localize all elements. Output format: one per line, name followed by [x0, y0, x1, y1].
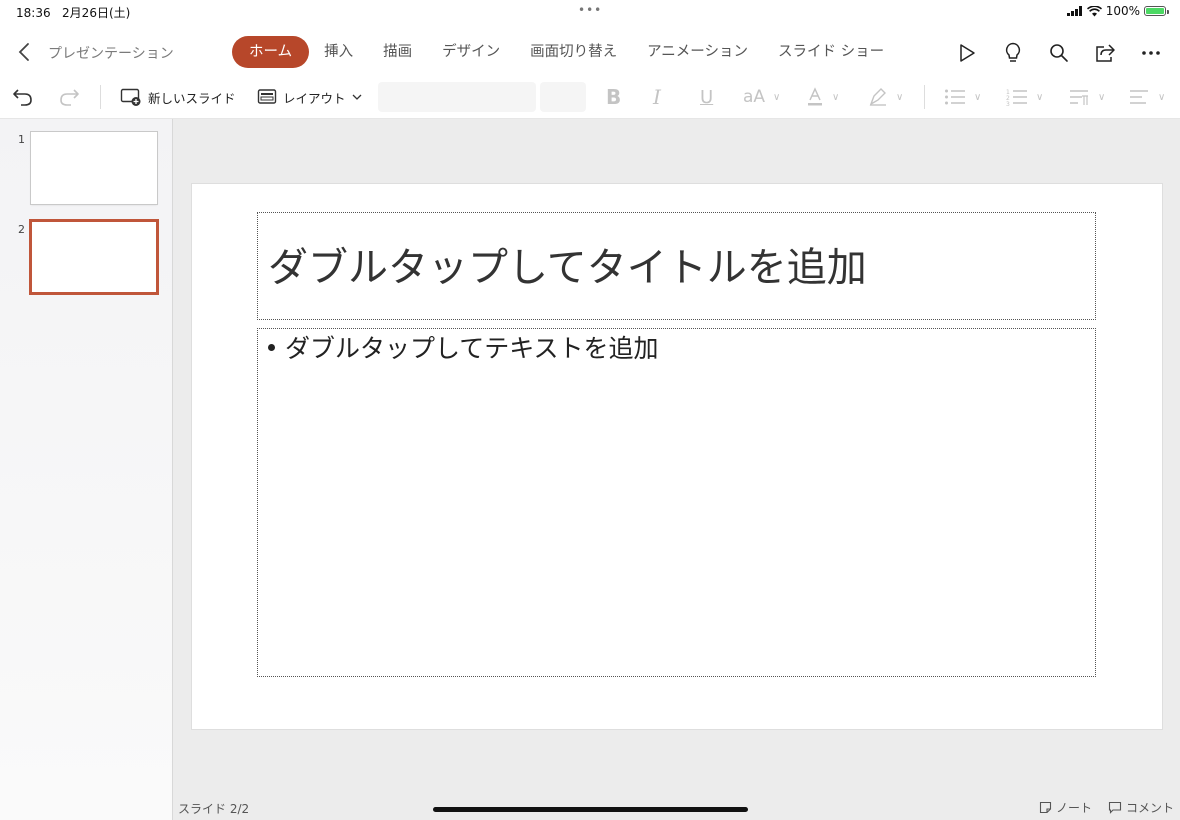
thumbnail-number: 2 [18, 223, 25, 236]
comments-button[interactable]: コメント [1108, 799, 1174, 816]
body-placeholder[interactable]: ダブルタップしてテキストを追加 [257, 328, 1096, 677]
footer-actions: ノート コメント [1039, 799, 1174, 816]
slide-thumbnail-2[interactable] [29, 219, 159, 295]
italic-icon: I [653, 85, 661, 109]
font-name-field[interactable] [378, 82, 536, 112]
slide-canvas[interactable]: ダブルタップしてタイトルを追加 ダブルタップしてテキストを追加 [192, 184, 1162, 729]
more-icon [1142, 51, 1160, 55]
bulleted-list-icon [945, 89, 965, 105]
slide-thumbnail-pane[interactable]: 1 2 [0, 119, 173, 820]
home-indicator[interactable] [433, 807, 748, 812]
toolbar-divider [100, 85, 101, 109]
status-time: 18:36 2月26日(土) [16, 6, 131, 20]
document-title[interactable]: プレゼンテーション [48, 43, 174, 63]
undo-icon [13, 89, 32, 106]
battery-fill [1146, 8, 1164, 14]
font-color-icon [808, 87, 822, 106]
paragraph-icon [1070, 90, 1088, 105]
tab-5[interactable]: アニメーション [632, 36, 763, 68]
new-slide-button[interactable]: 新しいスライド [120, 82, 236, 112]
highlight-button[interactable]: ∨ [868, 82, 903, 112]
status-indicators: 100% [1066, 4, 1169, 18]
play-icon [960, 44, 975, 62]
status-bar: 18:36 2月26日(土) ••• 100% [0, 0, 1180, 24]
bullets-button[interactable]: ∨ [944, 82, 981, 112]
underline-button[interactable]: U [700, 82, 713, 112]
redo-button[interactable] [58, 82, 80, 112]
share-button[interactable] [1086, 38, 1124, 68]
bullet-icon [268, 343, 275, 351]
align-button[interactable]: ∨ [1128, 82, 1165, 112]
battery-icon [1144, 6, 1169, 16]
ribbon-tabs: ホーム 挿入 描画 デザイン 画面切り替え アニメーション スライド ショー [232, 36, 944, 68]
comments-label: コメント [1125, 801, 1174, 815]
new-slide-label: 新しいスライド [148, 90, 236, 106]
font-size-adjust-button[interactable]: aA ∨ [743, 82, 780, 112]
font-size-field[interactable] [540, 82, 586, 112]
bold-icon: B [606, 85, 622, 109]
battery-percent: 100% [1105, 4, 1140, 18]
tab-6[interactable]: スライド ショー [763, 36, 899, 68]
slide-counter: スライド 2/2 [178, 802, 250, 816]
notes-label: ノート [1055, 801, 1092, 815]
chevron-down-icon [352, 94, 361, 100]
italic-button[interactable]: I [653, 82, 661, 112]
new-slide-icon [120, 88, 141, 106]
title-placeholder-text: ダブルタップしてタイトルを追加 [268, 245, 867, 291]
slide-editing-area[interactable]: ダブルタップしてタイトルを追加 ダブルタップしてテキストを追加 [173, 119, 1180, 820]
comment-icon [1108, 801, 1122, 814]
tab-1[interactable]: 挿入 [309, 36, 368, 68]
underline-icon: U [700, 86, 714, 108]
more-options-button[interactable] [1132, 38, 1170, 68]
wifi-icon [1086, 5, 1102, 16]
font-color-button[interactable]: ∨ [806, 82, 839, 112]
thumbnail-number: 1 [18, 133, 25, 146]
layout-label: レイアウト [283, 90, 346, 106]
body-placeholder-text: ダブルタップしてテキストを追加 [285, 334, 659, 363]
align-left-icon [1130, 90, 1148, 104]
back-button[interactable] [14, 40, 34, 64]
body-placeholder-line: ダブルタップしてテキストを追加 [266, 329, 659, 365]
numbered-list-icon: 123 [1006, 89, 1027, 106]
layout-dropdown[interactable]: レイアウト [257, 82, 362, 112]
search-button[interactable] [1040, 38, 1078, 68]
multitasking-dots[interactable]: ••• [578, 3, 602, 17]
undo-button[interactable] [12, 82, 34, 112]
lightbulb-icon [1005, 42, 1021, 62]
tab-2[interactable]: 描画 [368, 36, 427, 68]
svg-text:3: 3 [1006, 101, 1010, 106]
paragraph-button[interactable]: ∨ [1068, 82, 1105, 112]
share-icon [1096, 44, 1115, 62]
title-row: プレゼンテーション ホーム 挿入 描画 デザイン 画面切り替え アニメーション スライド シ… [0, 30, 1180, 74]
notes-icon [1039, 801, 1052, 814]
toolbar-divider [924, 85, 925, 109]
numbering-button[interactable]: 123 ∨ [1006, 82, 1043, 112]
search-icon [1050, 44, 1068, 62]
slide-thumbnail-1[interactable] [31, 132, 157, 204]
title-placeholder[interactable]: ダブルタップしてタイトルを追加 [257, 212, 1096, 320]
chevron-left-icon [18, 43, 29, 61]
cellular-signal-icon [1066, 6, 1082, 16]
title-actions [948, 38, 1170, 68]
tab-3[interactable]: デザイン [427, 36, 515, 68]
notes-button[interactable]: ノート [1039, 799, 1092, 816]
redo-icon [60, 89, 79, 106]
home-toolbar: 新しいスライド レイアウト B I U aA ∨ ∨ ∨ ∨ 123 ∨ ∨ ∨ [0, 76, 1180, 119]
bold-button[interactable]: B [606, 82, 621, 112]
tab-4[interactable]: 画面切り替え [515, 36, 632, 68]
layout-icon [257, 89, 277, 104]
tell-me-button[interactable] [994, 38, 1032, 68]
highlighter-icon [869, 88, 886, 106]
play-slideshow-button[interactable] [948, 38, 986, 68]
font-size-adjust-icon: aA [743, 87, 766, 107]
tab-0[interactable]: ホーム [232, 36, 310, 68]
